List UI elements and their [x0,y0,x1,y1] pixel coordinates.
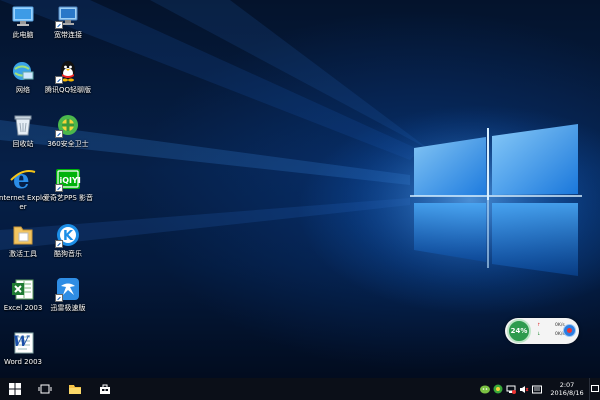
network-icon [10,58,36,84]
shortcut-arrow-icon [55,184,63,192]
store-icon [100,384,110,394]
internet-explorer-icon: e [10,166,36,192]
tray-wechat[interactable] [479,378,490,400]
icon-label: Word 2003 [3,358,43,366]
svg-text:K: K [63,229,74,244]
icon-label: 此电脑 [12,31,34,39]
task-view-button[interactable] [30,378,60,400]
iqiyi-pps-icon: iQIYI [55,166,81,192]
upload-arrow-icon: ↑ [537,323,541,328]
wechat-tray-icon [479,385,490,393]
icon-label: 迅雷极速版 [50,304,86,312]
memory-usage-percent[interactable]: 24% [507,319,531,343]
desktop-icon-qq[interactable]: 腾讯QQ轻聊版 [41,58,95,95]
download-arrow-icon: ↓ [537,332,541,337]
desktop-icon-iqiyi-pps[interactable]: iQIYI 爱奇艺PPS 影音 [41,166,95,203]
desktop-icon-xunlei[interactable]: 迅雷极速版 [41,276,95,313]
windows-start-icon [9,383,21,395]
task-view-icon [38,384,52,394]
tray-network[interactable] [505,378,516,400]
network-tray-icon [506,385,516,394]
volume-icon [519,385,528,393]
file-explorer-icon [69,385,81,394]
action-center-button[interactable] [589,378,600,400]
desktop-icon-word-2003[interactable]: W Word 2003 [0,330,50,367]
start-button[interactable] [0,378,30,400]
360-tray-icon [493,384,502,394]
icon-label: 回收站 [12,140,34,148]
shortcut-arrow-icon [55,130,63,138]
shortcut-arrow-icon [55,294,63,302]
clock-time: 2:07 [559,381,575,389]
tray-360[interactable] [492,378,503,400]
file-explorer-button[interactable] [60,378,90,400]
system-tray: 2:07 2016/8/16 [478,378,600,400]
tray-volume[interactable] [518,378,529,400]
svg-text:e: e [13,166,30,192]
icon-label: 酷狗音乐 [54,250,82,258]
store-button[interactable] [90,378,120,400]
xunlei-icon [55,276,81,302]
taskbar: 2:07 2016/8/16 [0,378,600,400]
icon-label: 360安全卫士 [47,140,89,148]
desktop-icon-kugou-music[interactable]: K 酷狗音乐 [41,222,95,259]
shortcut-arrow-icon [55,21,63,29]
icon-label: 爱奇艺PPS 影音 [42,194,94,202]
speed-boost-icon[interactable] [563,324,576,337]
kugou-music-icon: K [55,222,81,248]
clock-date: 2016/8/16 [550,389,584,397]
icon-label: 网络 [16,86,30,94]
icon-label: 宽带连接 [54,31,82,39]
icon-label: Excel 2003 [3,304,43,312]
recycle-bin-icon [10,112,36,138]
this-pc-icon [10,3,36,29]
icon-label: 激活工具 [9,250,37,258]
tray-ime[interactable] [531,378,542,400]
broadband-connection-icon [55,3,81,29]
keyboard-input-icon [531,385,542,393]
excel-2003-icon [10,276,36,302]
network-speed-widget[interactable]: 24% ↑ 0K/s ↓ 0K/s [505,318,579,344]
svg-text:W: W [13,334,30,350]
desktop-icon-360-security[interactable]: 360安全卫士 [41,112,95,149]
icon-label: 腾讯QQ轻聊版 [44,86,92,94]
360-security-icon [55,112,81,138]
shortcut-arrow-icon [55,76,63,84]
system-clock[interactable]: 2:07 2016/8/16 [545,381,589,397]
activation-tool-icon [10,222,36,248]
word-2003-icon: W [10,330,36,356]
shortcut-arrow-icon [55,240,63,248]
desktop: 此电脑 网络 回收站 e Internet Explorer 激活工具 Exce… [0,0,600,378]
qq-icon [55,58,81,84]
desktop-icon-broadband-connection[interactable]: 宽带连接 [41,3,95,40]
notification-icon [591,385,599,392]
